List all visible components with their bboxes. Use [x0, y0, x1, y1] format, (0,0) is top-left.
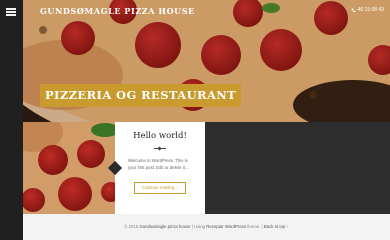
footer-arrow: ↑: [285, 224, 289, 229]
hero-banner: PIZZERIA OG RESTAURANT: [40, 84, 242, 107]
empty-content-area: [205, 122, 390, 214]
phone-number-text: 46 19 08 43: [357, 7, 384, 13]
hamburger-menu-icon[interactable]: [6, 8, 16, 16]
pizza-photo: [23, 122, 115, 214]
site-footer: © 2016 Gundsømagle pizza house | Using R…: [23, 214, 390, 240]
post-title[interactable]: Hello world!: [115, 131, 205, 141]
footer-theme-suffix: theme. |: [246, 224, 264, 229]
phone-number: 46 19 08 43: [351, 7, 384, 13]
back-to-top-link[interactable]: Back to top: [264, 224, 286, 229]
post-featured-image[interactable]: [23, 122, 115, 214]
site-title[interactable]: GUNDSØMAGLE PIZZA HOUSE: [40, 6, 195, 16]
title-divider: [154, 148, 166, 149]
footer-copyright: © 2016: [124, 224, 139, 229]
phone-icon: [351, 8, 356, 12]
hero-header: GUNDSØMAGLE PIZZA HOUSE 46 19 08 43 PIZZ…: [23, 0, 390, 122]
post-excerpt: Welcome to WordPress. This is your first…: [128, 158, 190, 170]
sidebar: [0, 0, 23, 240]
post-card: Hello world! Welcome to WordPress. This …: [115, 122, 205, 214]
footer-separator: | Using: [190, 224, 207, 229]
footer-theme-link[interactable]: Receptar WordPress: [206, 224, 246, 229]
continue-reading-button[interactable]: Continue reading…: [134, 182, 186, 194]
footer-site-link[interactable]: Gundsømagle pizza house: [139, 224, 190, 229]
